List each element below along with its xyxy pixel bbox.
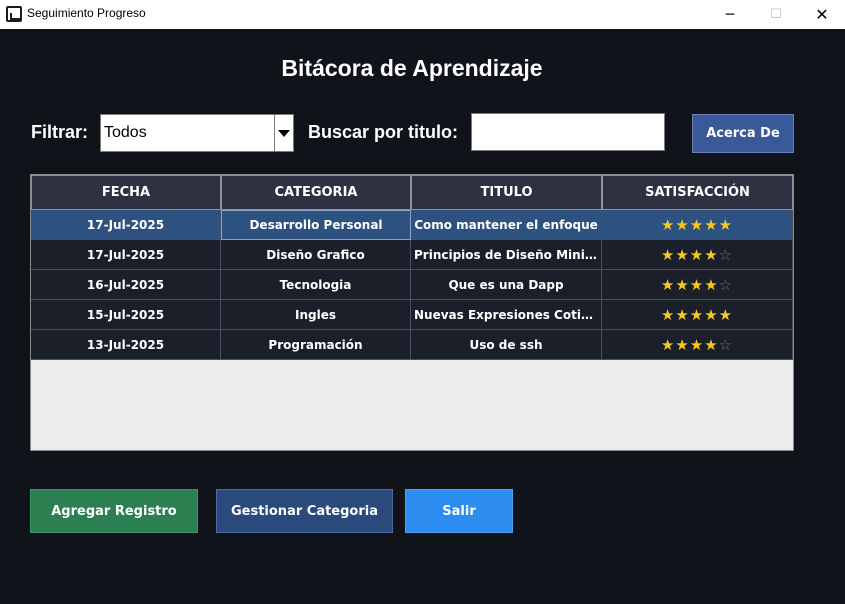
manage-category-button[interactable]: Gestionar Categoria bbox=[216, 489, 393, 533]
app-icon bbox=[6, 6, 22, 22]
log-table: FECHA CATEGORIA TITULO SATISFACCIÓN 17-J… bbox=[30, 174, 794, 451]
cell-fecha: 17-Jul-2025 bbox=[31, 240, 221, 270]
cell-titulo: Como mantener el enfoque bbox=[411, 210, 602, 240]
table-row[interactable]: 15-Jul-2025 Ingles Nuevas Expresiones Co… bbox=[31, 300, 793, 330]
chevron-down-icon[interactable] bbox=[274, 115, 293, 151]
cell-satisfaccion-rating: ★★★★★ bbox=[602, 300, 793, 330]
filter-value: Todos bbox=[104, 124, 147, 141]
search-input[interactable] bbox=[471, 113, 665, 151]
table-row[interactable]: 13-Jul-2025 Programación Uso de ssh ★★★★… bbox=[31, 330, 793, 360]
cell-titulo-text: Nuevas Expresiones Cotidianas bbox=[414, 307, 598, 322]
table-header: FECHA CATEGORIA TITULO SATISFACCIÓN bbox=[31, 175, 793, 210]
filter-combobox[interactable]: Todos bbox=[100, 114, 294, 152]
cell-titulo-text: Uso de ssh bbox=[469, 337, 543, 352]
cell-categoria: Desarrollo Personal bbox=[221, 210, 411, 240]
window-title: Seguimiento Progreso bbox=[27, 6, 146, 20]
column-header-categoria[interactable]: CATEGORIA bbox=[221, 175, 411, 210]
add-record-button[interactable]: Agregar Registro bbox=[30, 489, 198, 533]
cell-titulo: Que es una Dapp bbox=[411, 270, 602, 300]
column-header-titulo[interactable]: TITULO bbox=[411, 175, 602, 210]
cell-titulo-text: Como mantener el enfoque bbox=[414, 217, 598, 232]
star-icons-filled: ★★★★ bbox=[660, 245, 719, 264]
minimize-button[interactable]: ─ bbox=[707, 0, 753, 29]
cell-fecha: 13-Jul-2025 bbox=[31, 330, 221, 360]
maximize-button[interactable]: ☐ bbox=[753, 0, 799, 29]
star-icons-filled: ★★★★ bbox=[660, 335, 719, 354]
cell-titulo: Nuevas Expresiones Cotidianas bbox=[411, 300, 602, 330]
page-title: Bitácora de Aprendizaje bbox=[281, 55, 543, 81]
close-button[interactable]: ✕ bbox=[799, 0, 845, 29]
table-row[interactable]: 16-Jul-2025 Tecnologia Que es una Dapp ★… bbox=[31, 270, 793, 300]
cell-categoria: Programación bbox=[221, 330, 411, 360]
star-icons-filled: ★★★★★ bbox=[660, 305, 734, 324]
column-header-satisfaccion[interactable]: SATISFACCIÓN bbox=[602, 175, 793, 210]
cell-satisfaccion-rating: ★★★★ ☆ bbox=[602, 240, 793, 270]
search-label: Buscar por titulo: bbox=[308, 122, 459, 142]
cell-titulo-text: Principios de Diseño Minimalista bbox=[414, 247, 598, 262]
table-row[interactable]: 17-Jul-2025 Desarrollo Personal Como man… bbox=[31, 210, 793, 240]
star-icons-empty: ☆ bbox=[718, 335, 734, 354]
cell-fecha: 16-Jul-2025 bbox=[31, 270, 221, 300]
star-icons-empty: ☆ bbox=[718, 275, 734, 294]
filter-label: Filtrar: bbox=[31, 122, 89, 142]
cell-satisfaccion-rating: ★★★★★ bbox=[602, 210, 793, 240]
cell-titulo: Principios de Diseño Minimalista bbox=[411, 240, 602, 270]
cell-categoria: Ingles bbox=[221, 300, 411, 330]
star-icons-filled: ★★★★★ bbox=[660, 215, 734, 234]
cell-satisfaccion-rating: ★★★★ ☆ bbox=[602, 270, 793, 300]
star-icons-empty: ☆ bbox=[718, 245, 734, 264]
exit-button[interactable]: Salir bbox=[405, 489, 513, 533]
cell-categoria: Tecnologia bbox=[221, 270, 411, 300]
cell-titulo-text: Que es una Dapp bbox=[448, 277, 564, 292]
cell-satisfaccion-rating: ★★★★ ☆ bbox=[602, 330, 793, 360]
window-titlebar: Seguimiento Progreso ─ ☐ ✕ bbox=[0, 0, 845, 29]
column-header-fecha[interactable]: FECHA bbox=[31, 175, 221, 210]
cell-fecha: 17-Jul-2025 bbox=[31, 210, 221, 240]
star-icons-filled: ★★★★ bbox=[660, 275, 719, 294]
cell-categoria: Diseño Grafico bbox=[221, 240, 411, 270]
table-row[interactable]: 17-Jul-2025 Diseño Grafico Principios de… bbox=[31, 240, 793, 270]
about-button[interactable]: Acerca De bbox=[692, 114, 794, 153]
cell-titulo: Uso de ssh bbox=[411, 330, 602, 360]
cell-fecha: 15-Jul-2025 bbox=[31, 300, 221, 330]
